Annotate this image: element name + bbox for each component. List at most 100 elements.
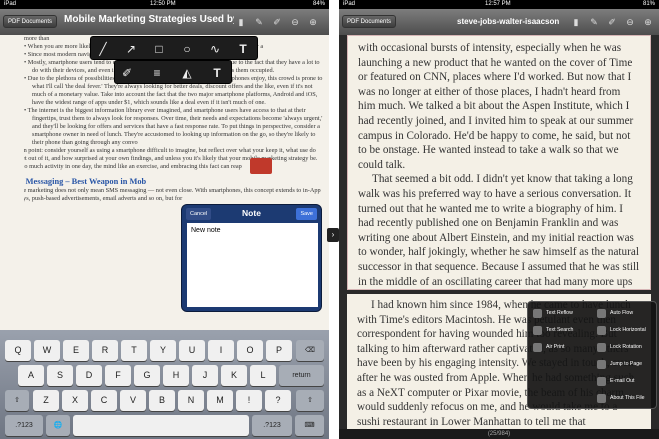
menu-item-label: Text Reflow (546, 310, 573, 316)
lock-rotation-icon (597, 343, 606, 352)
right-screenshot: iPad 12:57 PM 81% PDF Documents steve-jo… (339, 0, 659, 439)
key-y[interactable]: Y (150, 340, 176, 361)
about-this-file-icon (597, 394, 606, 403)
menu-item-jump-to-page[interactable]: Jump to Page (594, 356, 658, 373)
menu-item-about-this-file[interactable]: About This File (594, 390, 658, 407)
key-punct-8[interactable]: ? (265, 390, 291, 411)
note-textarea[interactable]: New note (187, 223, 318, 307)
zoom-in-icon[interactable]: ⊕ (308, 17, 318, 27)
key-f[interactable]: F (105, 365, 131, 386)
annotate-icon[interactable]: ✎ (254, 17, 264, 27)
text-reflow-icon (533, 309, 542, 318)
pdf-documents-button[interactable]: PDF Documents (3, 15, 58, 28)
top-toolbar: PDF Documents steve-jobs-walter-isaacson… (339, 9, 659, 35)
menu-item-label: About This File (610, 395, 645, 401)
freehand-tool-icon[interactable]: ∿ (205, 39, 225, 59)
menu-item-text-reflow[interactable]: Text Reflow (530, 305, 594, 322)
document-title: Mobile Marketing Strategies Used by... (64, 14, 234, 25)
zoom-out-icon[interactable]: ⊖ (290, 17, 300, 27)
typewriter-icon[interactable]: T (207, 63, 227, 83)
text-search-icon (533, 326, 542, 335)
page-indicator: (25/984) (487, 431, 511, 437)
shift-key-right[interactable]: ⇧ (296, 390, 324, 411)
key-t[interactable]: T (121, 340, 147, 361)
key-a[interactable]: A (18, 365, 44, 386)
backspace-key[interactable]: ⌫ (296, 340, 324, 361)
globe-key[interactable]: 🌐 (46, 415, 70, 436)
key-z[interactable]: Z (33, 390, 59, 411)
menu-item-label: Lock Rotation (610, 344, 642, 350)
note-marker-icon[interactable] (250, 158, 272, 174)
bookmark-icon[interactable]: ▮ (571, 17, 581, 27)
key-g[interactable]: G (134, 365, 160, 386)
key-j[interactable]: J (192, 365, 218, 386)
air-print-icon (533, 343, 542, 352)
return-key[interactable]: return (279, 365, 324, 386)
annotate-icon[interactable]: ✎ (589, 17, 599, 27)
eraser-icon[interactable]: ✐ (117, 63, 137, 83)
highlight-icon[interactable]: ≡ (147, 63, 167, 83)
hide-keyboard-key[interactable]: ⌨ (295, 415, 324, 436)
key-d[interactable]: D (76, 365, 102, 386)
battery: 84% (312, 1, 325, 7)
key-b[interactable]: B (149, 390, 175, 411)
key-l[interactable]: L (250, 365, 276, 386)
bookmark-icon[interactable]: ▮ (236, 17, 246, 27)
key-c[interactable]: C (91, 390, 117, 411)
chevron-right-icon[interactable]: › (327, 228, 339, 242)
note-save-button[interactable]: Save (296, 208, 317, 220)
numbers-key-right[interactable]: .?123 (252, 415, 292, 436)
key-x[interactable]: X (62, 390, 88, 411)
text-tool-icon[interactable]: T (233, 39, 253, 59)
clock: 12:50 PM (150, 1, 176, 7)
menu-item-label: Jump to Page (610, 361, 643, 367)
pdf-documents-button[interactable]: PDF Documents (342, 15, 397, 28)
menu-item-label: Auto Flow (610, 310, 634, 316)
key-w[interactable]: W (34, 340, 60, 361)
shape-fill-icon[interactable]: ◭ (177, 63, 197, 83)
jump-to-page-icon (597, 360, 606, 369)
zoom-out-icon[interactable]: ⊖ (625, 17, 635, 27)
paragraph: Case in point: consider yourself as usin… (24, 147, 318, 170)
menu-item-lock-horizontal[interactable]: Lock Horizontal (594, 322, 658, 339)
rectangle-tool-icon[interactable]: □ (149, 39, 169, 59)
key-o[interactable]: O (237, 340, 263, 361)
reflowed-page-top: with occasional bursts of intensity, esp… (347, 35, 651, 290)
key-h[interactable]: H (163, 365, 189, 386)
key-s[interactable]: S (47, 365, 73, 386)
key-m[interactable]: M (207, 390, 233, 411)
draw-icon[interactable]: ✐ (272, 17, 282, 27)
key-i[interactable]: I (208, 340, 234, 361)
key-q[interactable]: Q (5, 340, 31, 361)
key-k[interactable]: K (221, 365, 247, 386)
panel-divider: › (327, 0, 339, 439)
numbers-key[interactable]: .?123 (5, 415, 43, 436)
menu-item-label: Air Print (546, 344, 565, 350)
key-v[interactable]: V (120, 390, 146, 411)
key-e[interactable]: E (63, 340, 89, 361)
top-toolbar: PDF Documents Mobile Marketing Strategie… (0, 9, 329, 35)
menu-item-air-print[interactable]: Air Print (530, 339, 594, 356)
arrow-tool-icon[interactable]: ↗ (121, 39, 141, 59)
menu-item-e-mail-out[interactable]: E-mail Out (594, 373, 658, 390)
draw-icon[interactable]: ✐ (607, 17, 617, 27)
line-tool-icon[interactable]: ╱ (93, 39, 113, 59)
shift-key-left[interactable]: ⇧ (5, 390, 29, 411)
menu-item-label: Text Search (546, 327, 574, 333)
key-n[interactable]: N (178, 390, 204, 411)
paragraph: Mobile marketing does not only mean SMS … (24, 187, 321, 202)
menu-item-text-search[interactable]: Text Search (530, 322, 594, 339)
paragraph: with occasional bursts of intensity, esp… (358, 42, 634, 171)
key-punct-7[interactable]: ! (236, 390, 262, 411)
menu-item-auto-flow[interactable]: Auto Flow (594, 305, 658, 322)
section-heading: Text Messaging – Best Weapon in Mob (24, 177, 147, 186)
ellipse-tool-icon[interactable]: ○ (177, 39, 197, 59)
battery: 81% (642, 1, 655, 7)
space-key[interactable] (73, 415, 249, 436)
zoom-in-icon[interactable]: ⊕ (643, 17, 653, 27)
menu-item-lock-rotation[interactable]: Lock Rotation (594, 339, 658, 356)
page-scrubber[interactable]: (25/984) (339, 429, 659, 439)
key-r[interactable]: R (92, 340, 118, 361)
key-u[interactable]: U (179, 340, 205, 361)
key-p[interactable]: P (266, 340, 292, 361)
